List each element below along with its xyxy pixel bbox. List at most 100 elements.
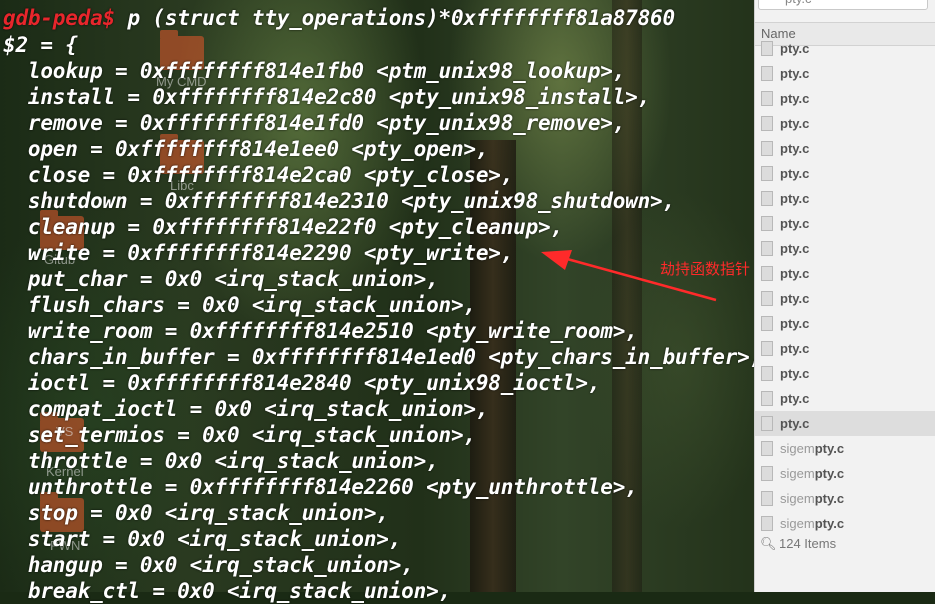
output-line: break_ctl = 0x0 <irq_stack_union>,: [3, 579, 451, 603]
file-name-prefix: sigem: [780, 466, 815, 481]
output-line: remove = 0xffffffff814e1fd0 <pty_unix98_…: [3, 111, 626, 135]
file-row[interactable]: sigempty.c: [755, 486, 935, 511]
text-file-icon: [761, 66, 773, 81]
file-name: pty.c: [780, 86, 809, 111]
file-name: pty.c: [780, 161, 809, 186]
text-file-icon: [761, 191, 773, 206]
output-line: shutdown = 0xffffffff814e2310 <pty_unix9…: [3, 189, 675, 213]
status-bar: 🔍︎ 124 Items: [755, 534, 935, 554]
file-row[interactable]: sigempty.c: [755, 511, 935, 536]
file-row[interactable]: pty.c: [755, 211, 935, 236]
item-count: 124 Items: [779, 536, 837, 551]
file-name-match: pty.c: [780, 291, 810, 306]
file-row[interactable]: pty.c: [755, 386, 935, 411]
file-name: pty.c: [780, 286, 809, 311]
command-text: p (struct tty_operations)*0xffffffff81a8…: [115, 6, 675, 30]
file-row[interactable]: pty.c: [755, 336, 935, 361]
output-line: hangup = 0x0 <irq_stack_union>,: [3, 553, 414, 577]
file-name-match: pty.c: [780, 141, 810, 156]
file-row[interactable]: pty.c: [755, 236, 935, 261]
file-row[interactable]: sigempty.c: [755, 436, 935, 461]
file-row[interactable]: pty.c: [755, 86, 935, 111]
output-line: stop = 0x0 <irq_stack_union>,: [3, 501, 389, 525]
text-file-icon: [761, 41, 773, 56]
text-file-icon: [761, 366, 773, 381]
output-line: write_room = 0xffffffff814e2510 <pty_wri…: [3, 319, 638, 343]
output-line: open = 0xffffffff814e1ee0 <pty_open>,: [3, 137, 489, 161]
file-row[interactable]: pty.c: [755, 361, 935, 386]
output-line: set_termios = 0x0 <irq_stack_union>,: [3, 423, 476, 447]
file-name-match: pty.c: [780, 366, 810, 381]
text-file-icon: [761, 291, 773, 306]
file-name-match: pty.c: [780, 91, 810, 106]
output-line: close = 0xffffffff814e2ca0 <pty_close>,: [3, 163, 514, 187]
file-name-match: pty.c: [780, 316, 810, 331]
text-file-icon: [761, 216, 773, 231]
output-line: ioctl = 0xffffffff814e2840 <pty_unix98_i…: [3, 371, 601, 395]
file-name: pty.c: [780, 61, 809, 86]
file-name-match: pty.c: [780, 41, 810, 56]
file-name: sigempty.c: [780, 486, 844, 511]
file-name-match: pty.c: [780, 116, 810, 131]
terminal-output[interactable]: gdb-peda$ p (struct tty_operations)*0xff…: [0, 0, 763, 603]
search-input[interactable]: pty.c: [758, 0, 928, 10]
file-name-match: pty.c: [780, 341, 810, 356]
file-name: sigempty.c: [780, 511, 844, 536]
text-file-icon: [761, 266, 773, 281]
file-name: sigempty.c: [780, 461, 844, 486]
text-file-icon: [761, 166, 773, 181]
gdb-prompt: gdb-peda$: [3, 6, 115, 30]
file-name: sigempty.c: [780, 436, 844, 461]
output-line: throttle = 0x0 <irq_stack_union>,: [3, 449, 439, 473]
file-row[interactable]: pty.c: [755, 411, 935, 436]
file-name: pty.c: [780, 411, 809, 436]
magnifier-icon: 🔍︎: [760, 536, 777, 551]
file-name-match: pty.c: [814, 516, 845, 531]
file-row[interactable]: pty.c: [755, 286, 935, 311]
text-file-icon: [761, 141, 773, 156]
file-row[interactable]: pty.c: [755, 136, 935, 161]
file-name: pty.c: [780, 386, 809, 411]
file-name: pty.c: [780, 136, 809, 161]
output-line-write: write = 0xffffffff814e2290 <pty_write>,: [3, 241, 514, 265]
file-name-match: pty.c: [780, 66, 810, 81]
output-line: chars_in_buffer = 0xffffffff814e1ed0 <pt…: [3, 345, 763, 369]
text-file-icon: [761, 241, 773, 256]
file-row[interactable]: pty.c: [755, 186, 935, 211]
file-name-match: pty.c: [780, 416, 810, 431]
text-file-icon: [761, 316, 773, 331]
file-name-prefix: sigem: [780, 441, 815, 456]
text-file-icon: [761, 441, 773, 456]
text-file-icon: [761, 391, 773, 406]
output-line: flush_chars = 0x0 <irq_stack_union>,: [3, 293, 476, 317]
file-manager-panel[interactable]: pty.c Name pty.cpty.cpty.cpty.cpty.cpty.…: [754, 0, 935, 592]
file-row[interactable]: sigempty.c: [755, 461, 935, 486]
file-name: pty.c: [780, 36, 809, 61]
file-name-match: pty.c: [814, 466, 845, 481]
text-file-icon: [761, 516, 773, 531]
file-name-match: pty.c: [814, 491, 845, 506]
file-name-match: pty.c: [780, 191, 810, 206]
file-name: pty.c: [780, 211, 809, 236]
file-row[interactable]: pty.c: [755, 111, 935, 136]
file-name: pty.c: [780, 336, 809, 361]
file-name-match: pty.c: [814, 441, 845, 456]
output-line: put_char = 0x0 <irq_stack_union>,: [3, 267, 439, 291]
file-row[interactable]: pty.c: [755, 261, 935, 286]
output-line: unthrottle = 0xffffffff814e2260 <pty_unt…: [3, 475, 638, 499]
text-file-icon: [761, 416, 773, 431]
file-row[interactable]: pty.c: [755, 311, 935, 336]
file-name-match: pty.c: [780, 241, 810, 256]
command-line: gdb-peda$ p (struct tty_operations)*0xff…: [3, 5, 675, 31]
file-row[interactable]: pty.c: [755, 61, 935, 86]
file-name: pty.c: [780, 361, 809, 386]
file-name-match: pty.c: [780, 166, 810, 181]
output-line: lookup = 0xffffffff814e1fb0 <ptm_unix98_…: [3, 59, 626, 83]
file-row[interactable]: pty.c: [755, 36, 935, 61]
text-file-icon: [761, 466, 773, 481]
file-row[interactable]: pty.c: [755, 161, 935, 186]
output-line: $2 = {: [3, 33, 78, 57]
file-name-match: pty.c: [780, 391, 810, 406]
file-name: pty.c: [780, 111, 809, 136]
file-name-prefix: sigem: [780, 516, 815, 531]
